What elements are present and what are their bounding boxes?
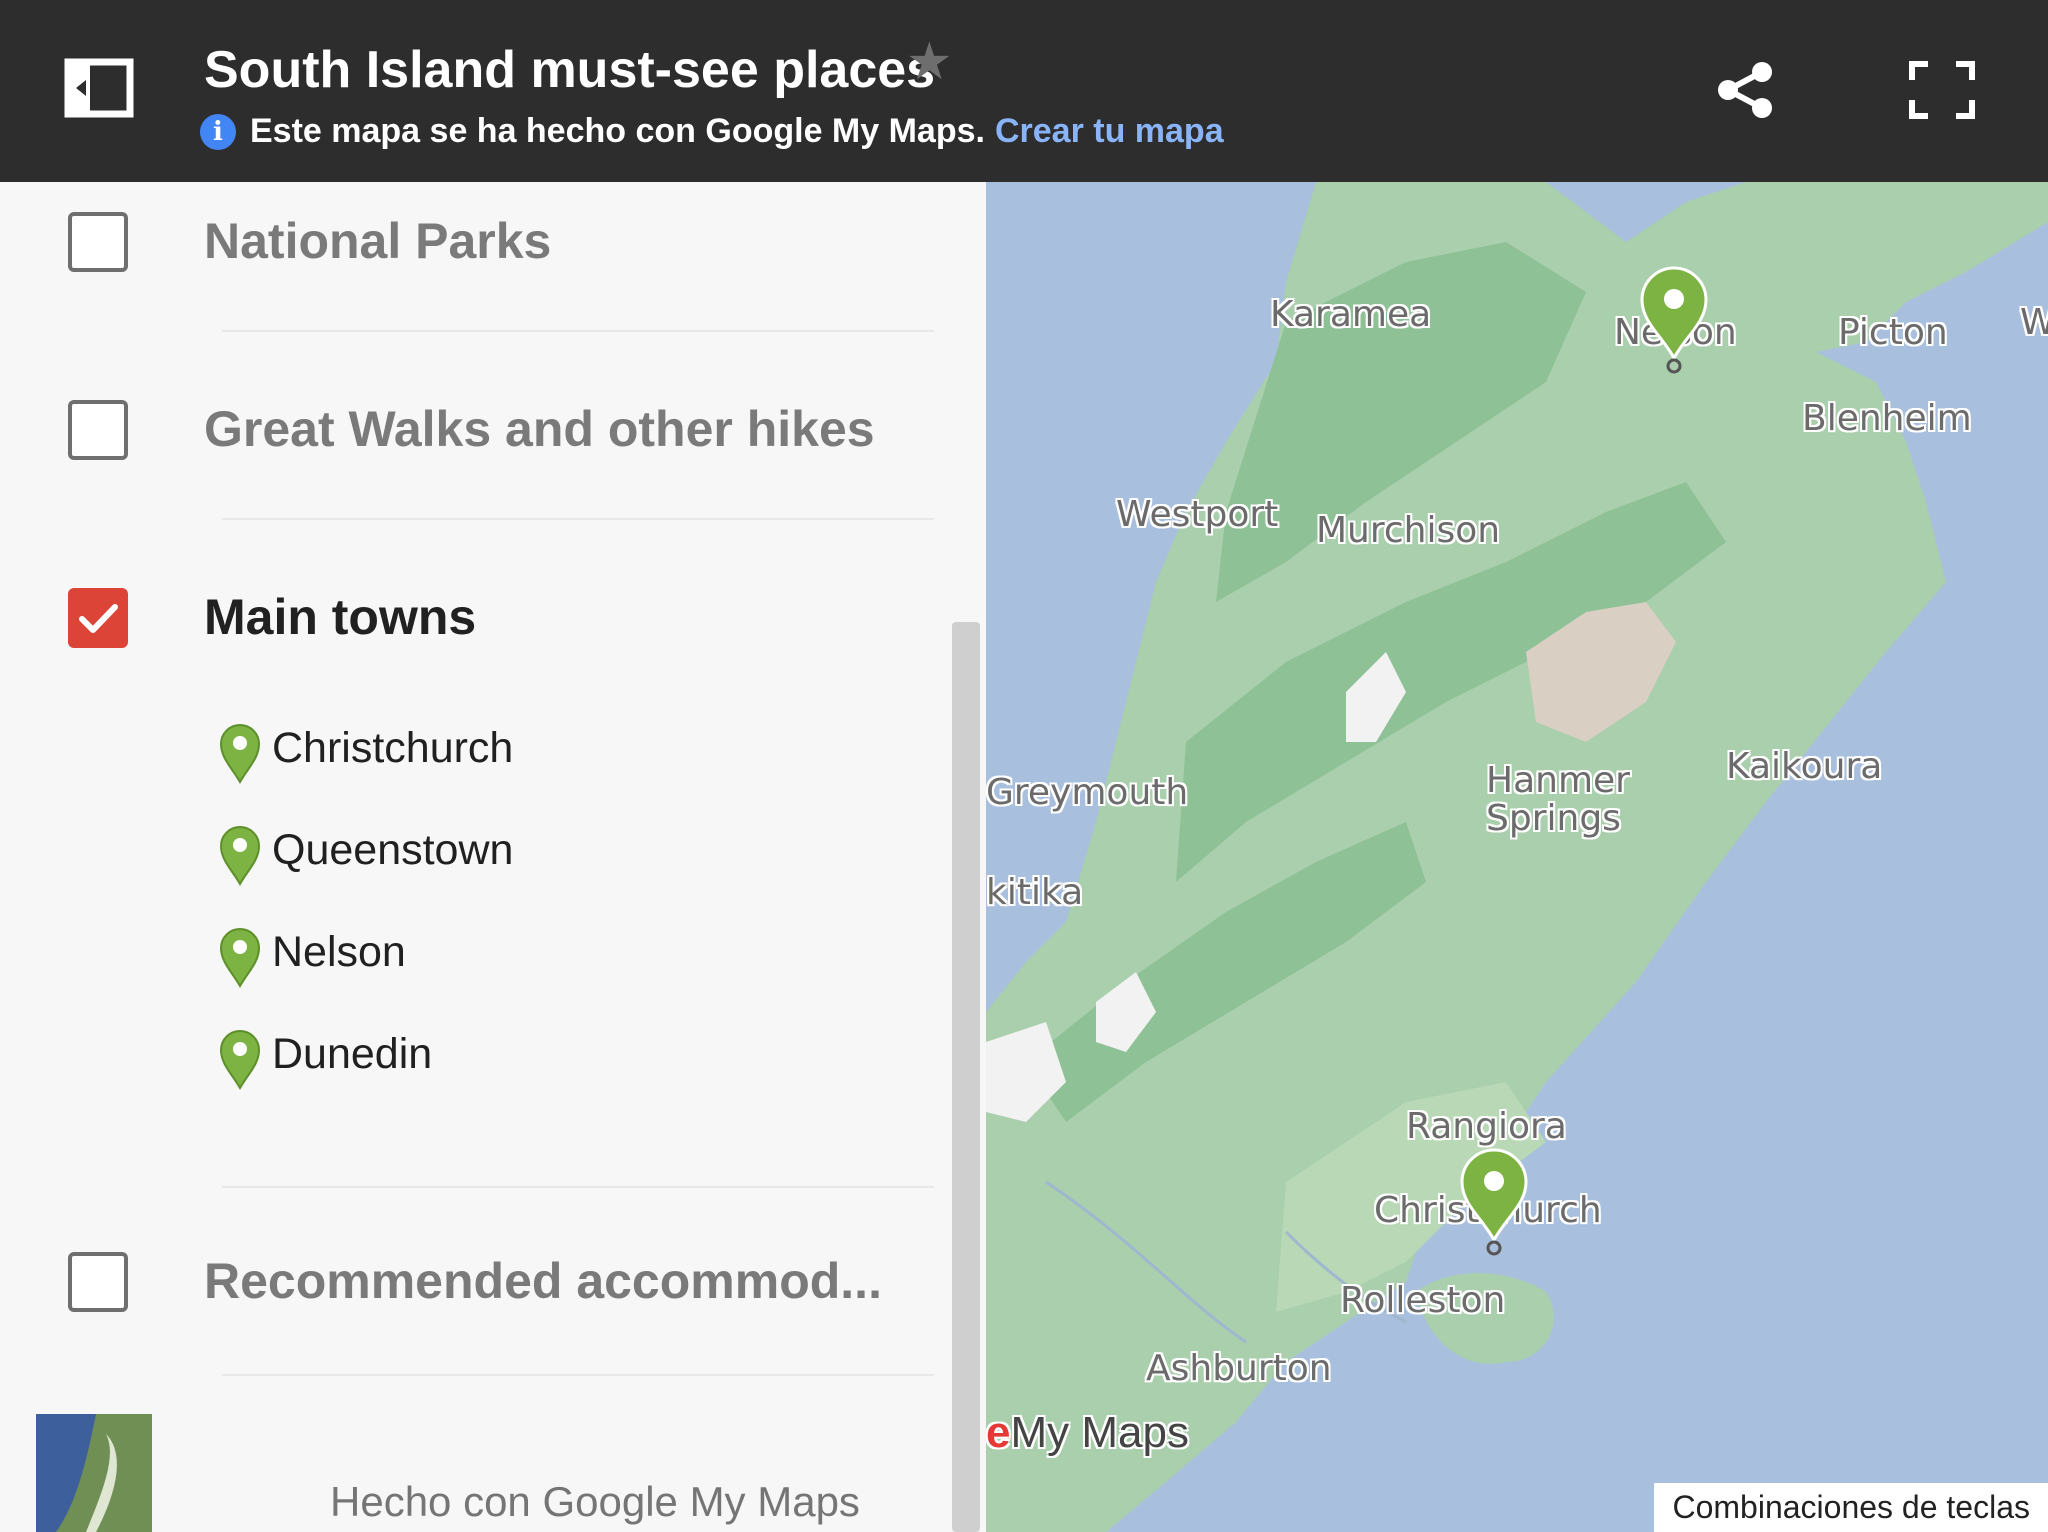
map-canvas[interactable]: Karamea Nelson Picton W Blenheim Westpor… bbox=[986, 182, 2048, 1532]
map-label-picton: Picton bbox=[1838, 312, 1948, 353]
sidebar-scrollbar[interactable] bbox=[952, 622, 980, 1532]
map-thumbnail[interactable] bbox=[36, 1414, 152, 1532]
map-label-greymouth: Greymouth bbox=[986, 772, 1189, 813]
panel-toggle-icon[interactable] bbox=[64, 58, 134, 118]
map-label-murchison: Murchison bbox=[1316, 510, 1501, 551]
feature-queenstown[interactable]: Queenstown bbox=[218, 822, 818, 892]
create-map-link[interactable]: Crear tu mapa bbox=[995, 112, 1224, 151]
header-bar: South Island must-see places ★ i Este ma… bbox=[0, 0, 2048, 182]
footer-made-with[interactable]: Hecho con Google My Maps bbox=[330, 1478, 860, 1526]
info-text: Este mapa se ha hecho con Google My Maps… bbox=[250, 112, 985, 150]
feature-label: Queenstown bbox=[272, 826, 514, 874]
map-label-karamea: Karamea bbox=[1270, 294, 1432, 335]
map-label-ashburton: Ashburton bbox=[1146, 1348, 1332, 1389]
map-pin-icon bbox=[219, 1030, 261, 1090]
map-label-westport: Westport bbox=[1116, 494, 1279, 535]
map-pin-icon bbox=[219, 724, 261, 784]
layer-divider bbox=[222, 518, 934, 520]
map-label-wellington: W bbox=[2020, 302, 2048, 343]
layer-name[interactable]: Main towns bbox=[204, 588, 476, 646]
map-label-springs: Springs bbox=[1486, 798, 1621, 839]
info-row: i Este mapa se ha hecho con Google My Ma… bbox=[200, 112, 1224, 151]
map-label-kaikoura: Kaikoura bbox=[1726, 746, 1883, 787]
map-terrain bbox=[986, 182, 2048, 1532]
map-label-rolleston: Rolleston bbox=[1340, 1280, 1506, 1321]
map-label-blenheim: Blenheim bbox=[1802, 398, 1972, 439]
feature-christchurch[interactable]: Christchurch bbox=[218, 720, 818, 790]
watermark-fragment: e bbox=[986, 1408, 1011, 1457]
map-label-hanmer: Hanmer bbox=[1486, 760, 1630, 801]
map-title: South Island must-see places bbox=[204, 41, 936, 99]
layer-divider bbox=[222, 330, 934, 332]
fullscreen-icon[interactable] bbox=[1908, 60, 1976, 120]
info-icon: i bbox=[200, 113, 236, 150]
layer-great-walks[interactable]: Great Walks and other hikes bbox=[0, 370, 960, 490]
map-pin-icon bbox=[219, 928, 261, 988]
layer-recommended-accommodation[interactable]: Recommended accommod... bbox=[0, 1222, 960, 1342]
map-label-hokitika: kitika bbox=[986, 872, 1084, 913]
map-pin-icon bbox=[219, 826, 261, 886]
keyboard-shortcuts-link[interactable]: Combinaciones de teclas bbox=[1654, 1483, 2048, 1532]
map-pin-nelson-icon[interactable] bbox=[1638, 266, 1710, 374]
star-icon[interactable]: ★ bbox=[906, 36, 953, 88]
share-icon[interactable] bbox=[1716, 60, 1774, 120]
layer-main-towns[interactable]: Main towns bbox=[0, 558, 960, 678]
layer-checkbox[interactable] bbox=[68, 212, 128, 272]
feature-nelson[interactable]: Nelson bbox=[218, 924, 818, 994]
feature-label: Christchurch bbox=[272, 724, 514, 772]
check-icon bbox=[79, 604, 118, 633]
layer-name[interactable]: National Parks bbox=[204, 212, 551, 270]
feature-label: Dunedin bbox=[272, 1030, 433, 1078]
layer-name[interactable]: Great Walks and other hikes bbox=[204, 400, 875, 458]
feature-dunedin[interactable]: Dunedin bbox=[218, 1026, 818, 1096]
layer-checkbox[interactable] bbox=[68, 400, 128, 460]
map-pin-christchurch-icon[interactable] bbox=[1458, 1148, 1530, 1256]
map-label-rangiora: Rangiora bbox=[1406, 1106, 1567, 1147]
layer-checkbox[interactable] bbox=[68, 1252, 128, 1312]
watermark-text: My Maps bbox=[1010, 1408, 1189, 1457]
feature-label: Nelson bbox=[272, 928, 406, 976]
layer-national-parks[interactable]: National Parks bbox=[0, 182, 960, 302]
layer-divider bbox=[222, 1374, 934, 1376]
layers-panel: National Parks Great Walks and other hik… bbox=[0, 182, 984, 1532]
layer-checkbox-checked[interactable] bbox=[68, 588, 128, 648]
layer-divider bbox=[222, 1186, 934, 1188]
layer-name[interactable]: Recommended accommod... bbox=[204, 1252, 882, 1310]
map-watermark: eMy Maps bbox=[986, 1408, 1189, 1458]
